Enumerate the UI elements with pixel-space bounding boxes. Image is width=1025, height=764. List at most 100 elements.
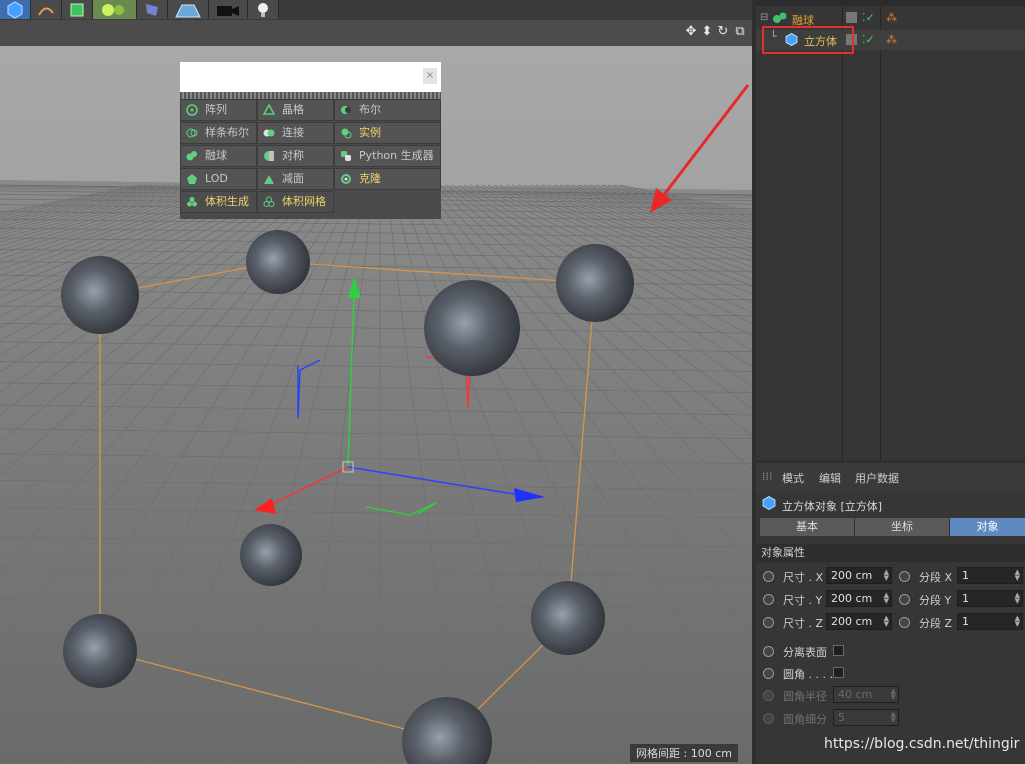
object-manager: ⊟ 融球 ⁚✓ ⁂ └ 立方体 ⁚✓ ⁂ <box>756 0 1025 460</box>
sphere <box>63 614 137 688</box>
menu-item-label: 布尔 <box>359 103 381 116</box>
highlight-box <box>762 26 854 54</box>
animate-radio[interactable] <box>899 571 910 582</box>
animate-radio[interactable] <box>763 668 774 679</box>
menu-item-boole[interactable]: 布尔 <box>334 99 441 121</box>
volume-builder-icon <box>187 197 197 207</box>
menu-item-instance[interactable]: 实例 <box>334 122 441 144</box>
lod-icon <box>187 174 197 184</box>
cube-icon[interactable] <box>0 0 31 19</box>
move-view-icon[interactable]: ✥ <box>684 25 698 39</box>
size-z-value: 200 cm <box>831 615 873 628</box>
size-z-label: 尺寸 . Z <box>783 617 824 630</box>
menu-item-python-generator[interactable]: Python 生成器 <box>334 145 441 167</box>
animate-radio[interactable] <box>763 646 774 657</box>
fillet-subdivision-value: 5 <box>838 711 845 724</box>
seg-y-label: 分段 Y <box>919 594 952 607</box>
fillet-checkbox[interactable] <box>833 667 844 678</box>
seg-y-value: 1 <box>962 592 969 605</box>
tag-icon[interactable]: ⁂ <box>886 11 897 24</box>
camera-icon[interactable] <box>209 0 248 19</box>
spinner-icon: ▲ ▼ <box>890 687 896 701</box>
menu-item-volume-builder[interactable]: 体积生成 <box>180 191 257 213</box>
size-x-value: 200 cm <box>831 569 873 582</box>
animate-radio[interactable] <box>763 594 774 605</box>
polygon-reduction-icon <box>264 175 274 184</box>
menu-item-label: 融球 <box>205 149 227 162</box>
menu-item-metaball[interactable]: 融球 <box>180 145 257 167</box>
menu-item-label: Python 生成器 <box>359 149 434 162</box>
spinner-icon: ▲ ▼ <box>890 710 896 724</box>
animate-radio[interactable] <box>899 594 910 605</box>
seg-z-label: 分段 Z <box>919 617 953 630</box>
size-y-field[interactable]: 200 cm ▲ ▼ <box>826 590 892 607</box>
size-z-field[interactable]: 200 cm ▲ ▼ <box>826 613 892 630</box>
menu-item-symmetry[interactable]: 对称 <box>257 145 334 167</box>
floor-icon[interactable] <box>168 0 209 19</box>
menu-item-polygon-reduction[interactable]: 减面 <box>257 168 334 190</box>
menu-item-spline-boole[interactable]: 样条布尔 <box>180 122 257 144</box>
menu-item-connect[interactable]: 连接 <box>257 122 334 144</box>
menu-item-atom-array[interactable]: 晶格 <box>257 99 334 121</box>
column-divider <box>842 6 843 460</box>
menu-item-lod[interactable]: LOD <box>180 168 257 190</box>
menu-item-label: 克隆 <box>359 172 381 185</box>
popup-title-bar[interactable]: × <box>180 62 441 92</box>
seg-z-field[interactable]: 1 ▲ ▼ <box>957 613 1023 630</box>
grid-spacing-label: 网格间距 : 100 cm <box>630 744 738 762</box>
visibility-toggle[interactable] <box>846 12 857 23</box>
menu-user-data[interactable]: 用户数据 <box>855 470 899 486</box>
cube-icon <box>762 496 776 510</box>
tab-basic[interactable]: 基本 <box>760 518 855 536</box>
spinner-icon[interactable]: ▲ ▼ <box>1015 569 1020 582</box>
popup-drag-handle[interactable] <box>180 92 441 99</box>
spinner-icon[interactable]: ▲ ▼ <box>1015 615 1020 628</box>
maximize-view-icon[interactable]: ⧉ <box>733 25 747 39</box>
collapse-icon[interactable]: ⊟ <box>760 12 768 23</box>
enabled-check-icon[interactable]: ⁚✓ <box>862 11 875 24</box>
spline-pen-icon[interactable] <box>31 0 62 19</box>
tab-object[interactable]: 对象 <box>950 518 1025 536</box>
python-icon <box>341 151 351 161</box>
close-icon[interactable]: × <box>423 68 437 84</box>
attribute-title: 立方体对象 [立方体] <box>782 500 883 513</box>
enabled-check-icon[interactable]: ⁚✓ <box>862 33 875 46</box>
spinner-icon[interactable]: ▲ ▼ <box>884 592 889 605</box>
generator-icon[interactable] <box>93 0 137 19</box>
tag-icon[interactable]: ⁂ <box>886 33 897 46</box>
green-cube-icon[interactable] <box>62 0 93 19</box>
animate-radio[interactable] <box>899 617 910 628</box>
menu-item-label: 样条布尔 <box>205 126 249 139</box>
menu-item-array[interactable]: 阵列 <box>180 99 257 121</box>
size-x-field[interactable]: 200 cm ▲ ▼ <box>826 567 892 584</box>
spinner-icon[interactable]: ▲ ▼ <box>884 569 889 582</box>
separate-surfaces-checkbox[interactable] <box>833 645 844 656</box>
size-x-label: 尺寸 . X <box>783 571 824 584</box>
menu-mode[interactable]: 模式 <box>782 470 804 486</box>
fillet-radius-field: 40 cm ▲ ▼ <box>833 686 899 703</box>
symmetry-icon <box>264 151 274 161</box>
seg-y-field[interactable]: 1 ▲ ▼ <box>957 590 1023 607</box>
light-icon[interactable] <box>248 0 279 19</box>
spinner-icon[interactable]: ▲ ▼ <box>884 615 889 628</box>
attribute-manager: ⁞⁞⁞ 模式 编辑 用户数据 立方体对象 [立方体] 基本 坐标 对象 对象属性… <box>756 463 1025 764</box>
tab-coordinates[interactable]: 坐标 <box>855 518 950 536</box>
menu-edit[interactable]: 编辑 <box>819 470 841 486</box>
boole-icon <box>341 106 351 114</box>
volume-mesher-icon <box>263 196 275 207</box>
deformer-icon[interactable] <box>137 0 168 19</box>
menu-item-volume-mesher[interactable]: 体积网格 <box>257 191 334 213</box>
menu-item-cloner[interactable]: 克隆 <box>334 168 441 190</box>
menu-item-label: 体积网格 <box>282 195 326 208</box>
rotate-view-icon[interactable]: ↻ <box>716 25 730 39</box>
fillet-radius-label: 圆角半径 <box>783 690 827 703</box>
zoom-view-icon[interactable]: ⬍ <box>700 25 714 39</box>
sphere <box>531 581 605 655</box>
spinner-icon[interactable]: ▲ ▼ <box>1015 592 1020 605</box>
animate-radio <box>763 690 774 701</box>
fillet-subdivision-field: 5 ▲ ▼ <box>833 709 899 726</box>
animate-radio[interactable] <box>763 617 774 628</box>
animate-radio[interactable] <box>763 571 774 582</box>
size-y-label: 尺寸 . Y <box>783 594 823 607</box>
seg-x-field[interactable]: 1 ▲ ▼ <box>957 567 1023 584</box>
